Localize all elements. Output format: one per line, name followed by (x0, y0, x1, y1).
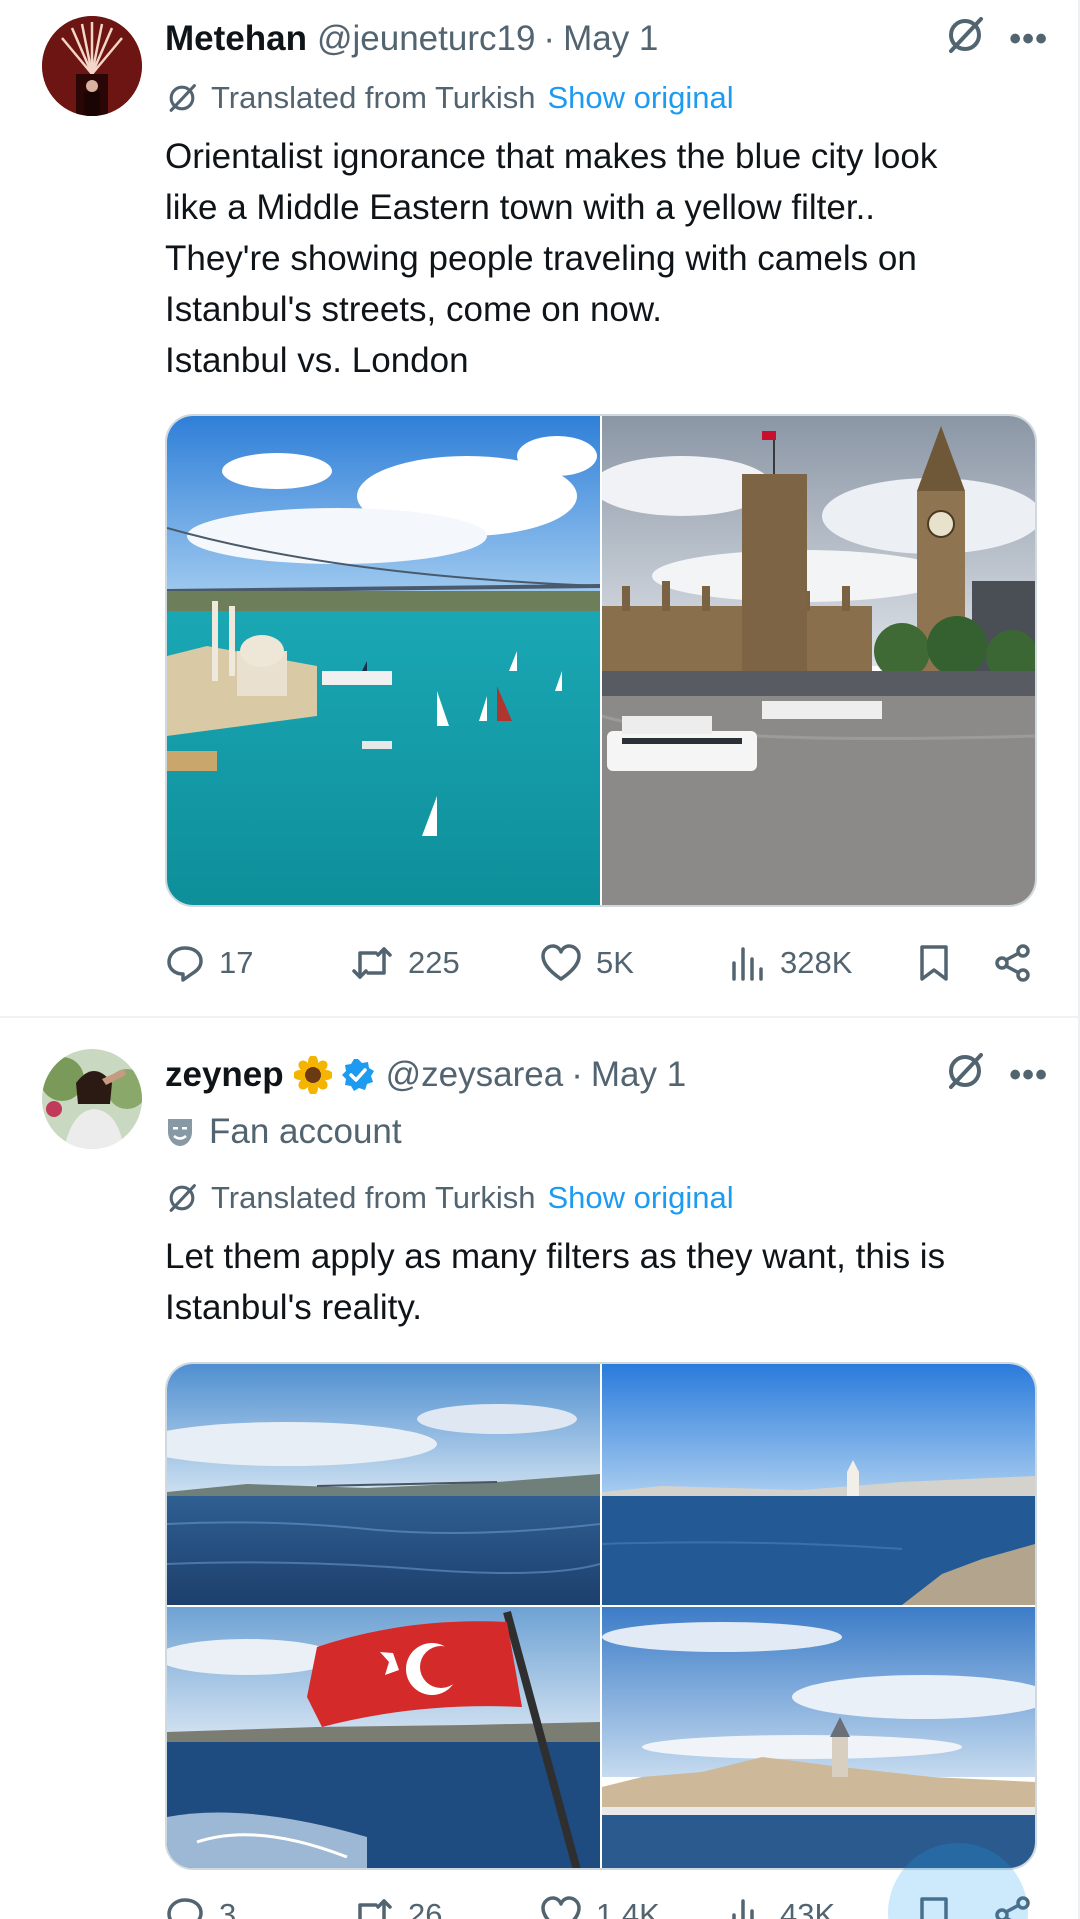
tweet-text-line: Istanbul's streets, come on now. (165, 290, 662, 329)
tweet-text-line: Istanbul vs. London (165, 341, 469, 380)
show-original-link[interactable]: Show original (547, 1180, 733, 1216)
translated-label: Translated from Turkish (211, 80, 536, 115)
repost-button[interactable]: 26 (350, 1890, 442, 1919)
tweet-text: Orientalist ignorance that makes the blu… (165, 131, 1045, 386)
sunflower-icon (293, 1056, 332, 1094)
display-name[interactable]: Metehan (165, 19, 307, 59)
tweet-text-line: They're showing people traveling with ca… (165, 239, 917, 278)
user-handle[interactable]: @zeysarea (386, 1055, 564, 1095)
reply-button[interactable]: 17 (165, 938, 253, 988)
avatar[interactable] (42, 1049, 142, 1149)
views-count: 328K (780, 945, 853, 980)
theater-mask-icon (168, 1119, 192, 1146)
translate-icon (169, 84, 196, 112)
translation-bar: Translated from Turkish Show original (165, 1180, 734, 1216)
translation-bar: Translated from Turkish Show original (165, 80, 734, 116)
separator-dot: · (543, 19, 556, 58)
like-count: 1.4K (596, 1897, 660, 1919)
avatar[interactable] (42, 16, 142, 116)
views-button[interactable]: 43K (730, 1890, 835, 1919)
share-icon (995, 944, 1030, 982)
bosphorus-bridge-photo[interactable] (167, 1364, 600, 1605)
bookmark-button[interactable] (917, 938, 951, 988)
like-count: 5K (596, 945, 634, 980)
views-icon (732, 1899, 754, 1919)
translated-label: Translated from Turkish (211, 1180, 536, 1215)
repost-count: 225 (408, 945, 460, 980)
repost-icon (358, 1899, 392, 1919)
views-count: 43K (780, 1897, 836, 1919)
like-button[interactable]: 5K (540, 938, 634, 988)
tweet-text-line: like a Middle Eastern town with a yellow… (165, 188, 876, 227)
tweet-text-line: Orientalist ignorance that makes the blu… (165, 137, 938, 176)
display-name[interactable]: zeynep (165, 1055, 284, 1095)
galata-photo[interactable] (602, 1607, 1035, 1870)
reply-icon (167, 946, 203, 982)
tweet-header: Metehan @jeuneturc19 · May 1 ••• (165, 14, 1048, 64)
reply-count: 3 (219, 1897, 237, 1919)
more-icon[interactable]: ••• (1009, 1056, 1048, 1095)
london-westminster-photo[interactable] (602, 416, 1035, 905)
reply-count: 17 (219, 945, 254, 980)
affiliation-label: Fan account (165, 1112, 402, 1152)
grok-icon[interactable] (943, 1049, 987, 1102)
like-icon (541, 944, 581, 981)
tweet[interactable]: Metehan @jeuneturc19 · May 1 ••• Transla… (0, 0, 1078, 1016)
tweet-media-grid (165, 1362, 1037, 1870)
user-handle[interactable]: @jeuneturc19 (317, 19, 535, 59)
repost-count: 26 (408, 1897, 443, 1919)
affiliation-text: Fan account (209, 1112, 402, 1151)
tweet-media-grid (165, 414, 1037, 907)
sunflower-emoji (293, 1056, 332, 1094)
views-button[interactable]: 328K (730, 938, 852, 988)
turkish-flag-photo[interactable] (167, 1607, 600, 1870)
show-original-link[interactable]: Show original (547, 80, 733, 116)
tweet-text: Let them apply as many filters as they w… (165, 1231, 1045, 1333)
grok-icon[interactable] (943, 13, 987, 66)
views-icon (732, 947, 763, 981)
tweet-date[interactable]: May 1 (591, 1055, 686, 1095)
more-icon[interactable]: ••• (1009, 20, 1048, 59)
reply-button[interactable]: 3 (165, 1890, 236, 1919)
tweet-header: zeynep @zeysarea · May 1 ••• (165, 1050, 1048, 1100)
maidens-tower-photo[interactable] (602, 1364, 1035, 1605)
translate-icon (169, 1184, 196, 1212)
tweet-date[interactable]: May 1 (563, 19, 658, 59)
verified-badge-icon[interactable] (340, 1057, 376, 1093)
repost-button[interactable]: 225 (350, 938, 460, 988)
like-icon (541, 1896, 581, 1919)
like-button[interactable]: 1.4K (540, 1890, 660, 1919)
repost-icon (352, 947, 392, 979)
separator-dot: · (571, 1055, 583, 1094)
reply-icon (167, 1898, 203, 1919)
tweet-text-line: Istanbul's reality. (165, 1288, 422, 1327)
bookmark-icon (920, 945, 948, 981)
tweet[interactable]: zeynep @zeysarea · May 1 ••• Fan account… (0, 1017, 1078, 1919)
tweet-actions: 17 225 5K 328K (165, 938, 1038, 988)
istanbul-bosphorus-photo[interactable] (167, 416, 600, 905)
tweet-text-line: Let them apply as many filters as they w… (165, 1237, 946, 1276)
share-button[interactable] (993, 938, 1033, 988)
